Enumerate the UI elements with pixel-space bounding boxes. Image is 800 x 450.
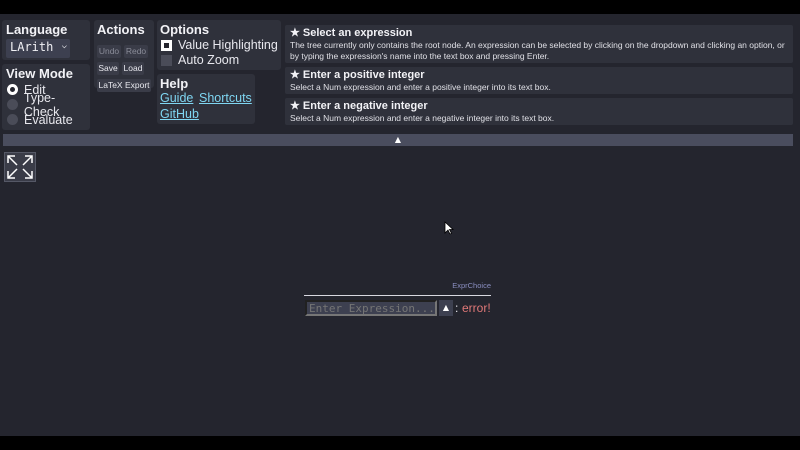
auto-zoom-option[interactable]: Auto Zoom <box>161 53 239 67</box>
value-highlighting-option[interactable]: Value Highlighting <box>161 38 278 52</box>
node-divider <box>304 295 491 296</box>
view-mode-evaluate[interactable]: Evaluate <box>7 112 73 127</box>
task-title: ★ Enter a negative integer <box>290 100 428 112</box>
latex-export-button[interactable]: LaTeX Export <box>97 79 151 92</box>
task-negative-integer: ★ Enter a negative integer Select a Num … <box>285 98 793 125</box>
chevron-down-icon: ⌵ <box>61 41 67 51</box>
view-mode-type-check[interactable]: Type-Check <box>7 91 90 119</box>
auto-zoom-checkbox[interactable] <box>161 54 172 66</box>
language-select[interactable]: LArith ⌵ <box>6 39 70 58</box>
language-title: Language <box>6 22 68 37</box>
language-select-value: LArith <box>10 40 54 54</box>
redo-button[interactable]: Redo <box>124 45 148 58</box>
type-annotation: error! <box>462 301 491 315</box>
view-mode-panel: View Mode Edit Type-Check Evaluate <box>2 64 90 130</box>
task-positive-integer: ★ Enter a positive integer Select a Num … <box>285 67 793 94</box>
actions-panel: Actions Undo Redo Save Load LaTeX Export <box>94 20 154 92</box>
options-panel: Options Value Highlighting Auto Zoom <box>157 20 281 70</box>
radio-type-check[interactable] <box>7 99 18 110</box>
radio-edit[interactable] <box>7 84 18 95</box>
task-title: ★ Enter a positive integer <box>290 69 425 81</box>
help-panel: Help Guide Shortcuts GitHub <box>157 74 255 124</box>
expression-node: ExprChoice ▲ : error! <box>304 280 492 320</box>
options-title: Options <box>160 22 210 37</box>
view-mode-evaluate-label: Evaluate <box>24 112 73 127</box>
task-select-expression: ★ Select an expression The tree currentl… <box>285 25 793 63</box>
value-highlighting-checkbox[interactable] <box>161 39 172 51</box>
task-description: Select a Num expression and enter a posi… <box>290 82 551 92</box>
node-label: ExprChoice <box>452 281 491 290</box>
auto-zoom-label: Auto Zoom <box>178 53 240 67</box>
radio-evaluate[interactable] <box>7 114 18 125</box>
load-button[interactable]: Load <box>122 62 144 75</box>
collapse-toolbar-button[interactable]: ▲ <box>3 134 793 146</box>
mouse-cursor-icon <box>444 221 454 235</box>
save-button[interactable]: Save <box>97 62 119 75</box>
fit-to-screen-button[interactable] <box>4 152 36 182</box>
chevron-up-icon: ▲ <box>394 135 402 144</box>
task-description: The tree currently only contains the roo… <box>290 40 785 61</box>
dropdown-arrow-icon: ▲ <box>442 303 450 312</box>
type-separator: : <box>455 301 459 315</box>
github-link[interactable]: GitHub <box>160 107 199 121</box>
expand-arrows-icon <box>7 155 33 179</box>
language-panel: Language LArith ⌵ <box>2 20 90 60</box>
shortcuts-link[interactable]: Shortcuts <box>199 91 252 105</box>
app-window: Language LArith ⌵ View Mode Edit Type-Ch… <box>0 14 800 436</box>
value-highlighting-label: Value Highlighting <box>178 38 278 52</box>
undo-button[interactable]: Undo <box>97 45 121 58</box>
actions-title: Actions <box>97 22 145 37</box>
help-title: Help <box>160 76 189 91</box>
task-description: Select a Num expression and enter a nega… <box>290 113 555 123</box>
expression-input[interactable] <box>305 300 437 316</box>
guide-link[interactable]: Guide <box>160 91 193 105</box>
view-mode-title: View Mode <box>6 66 73 81</box>
expression-dropdown-button[interactable]: ▲ <box>439 300 453 316</box>
task-title: ★ Select an expression <box>290 27 413 39</box>
